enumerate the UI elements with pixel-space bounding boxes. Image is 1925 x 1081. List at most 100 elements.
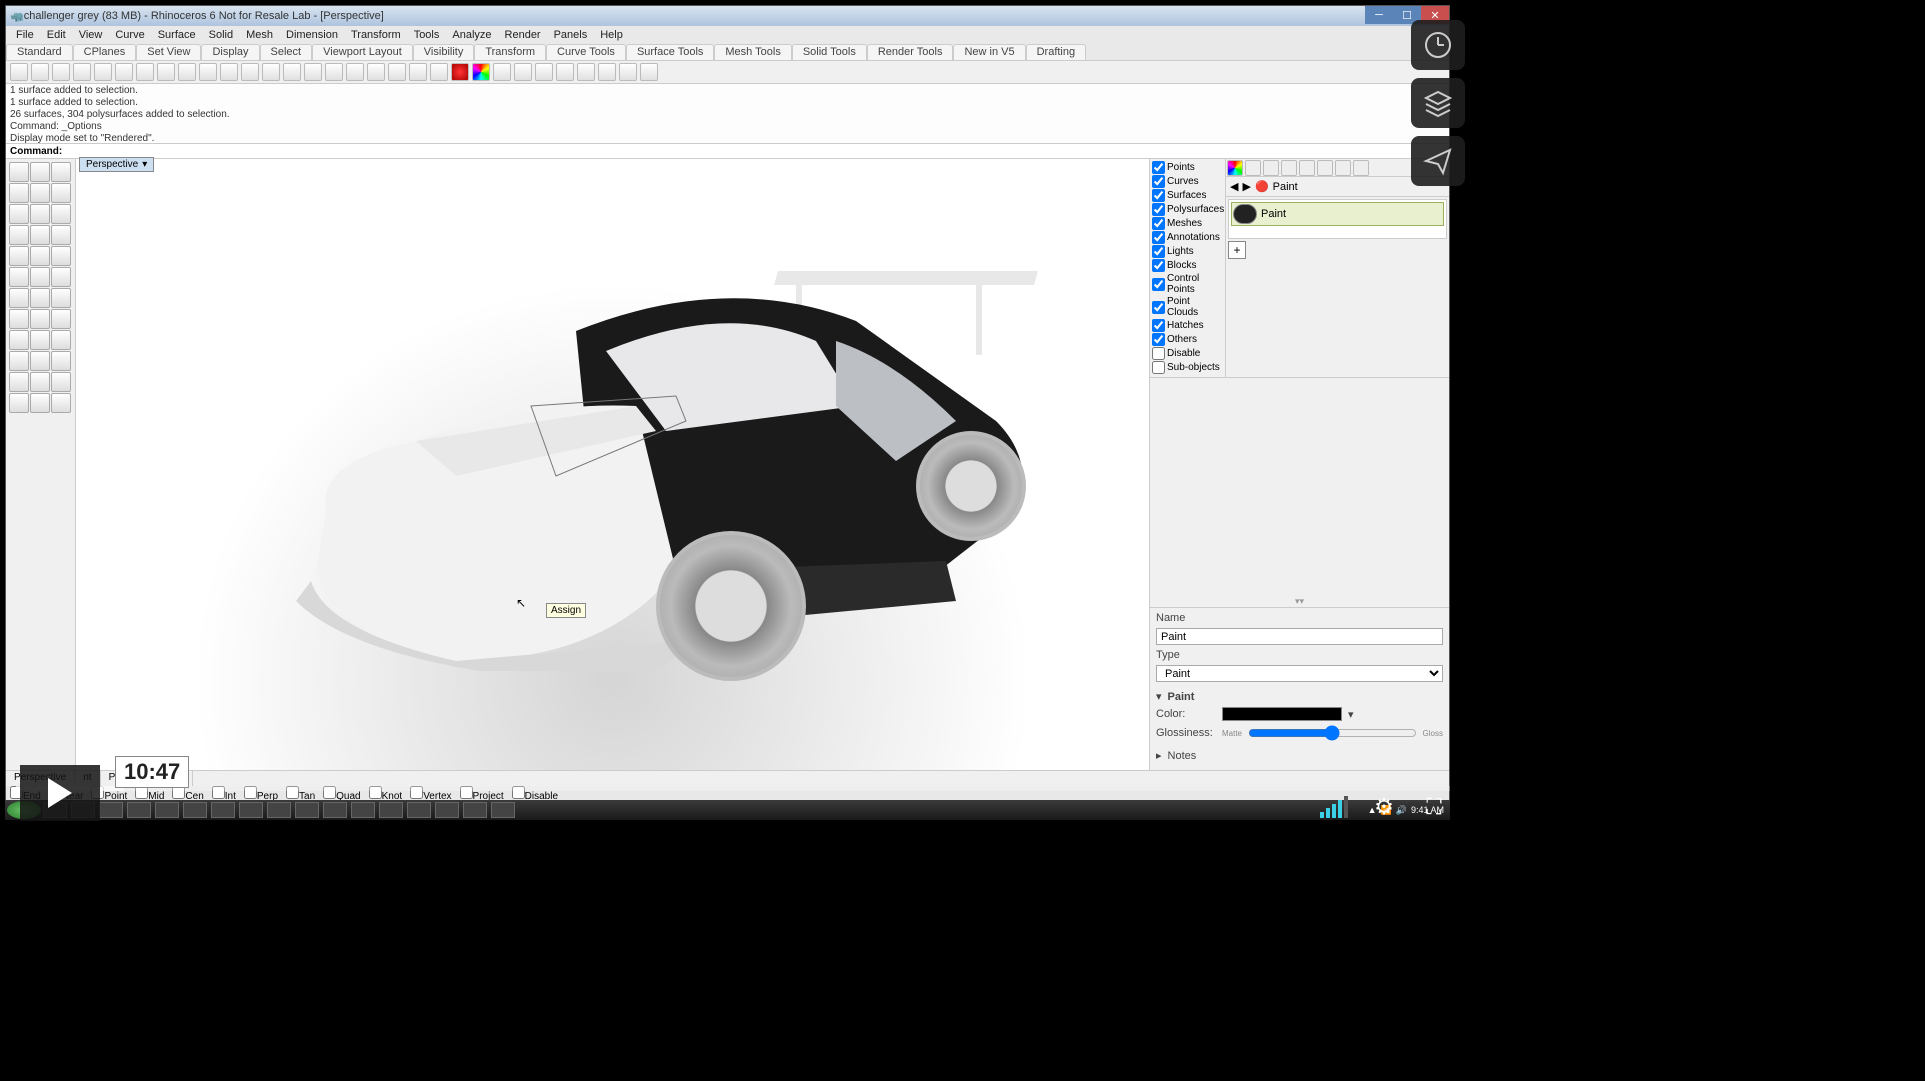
tab-viewportlayout[interactable]: Viewport Layout (312, 44, 413, 60)
filter-meshes[interactable]: Meshes (1152, 217, 1223, 230)
loft-icon[interactable] (51, 246, 71, 266)
signal-icon[interactable] (1318, 791, 1350, 823)
fullscreen-icon[interactable]: ⛶ (1418, 791, 1450, 823)
layer-icon[interactable] (51, 372, 71, 392)
solid-icon[interactable] (30, 225, 50, 245)
filter-pointclouds[interactable]: Point Clouds (1152, 296, 1223, 318)
viewport-canvas[interactable]: ↖ Assign (76, 171, 1149, 770)
video-progress[interactable] (16, 786, 1450, 791)
new-icon[interactable] (10, 63, 28, 81)
menu-render[interactable]: Render (499, 29, 547, 41)
viewport[interactable]: Perspective ▾ (76, 159, 1149, 770)
array-icon[interactable] (30, 330, 50, 350)
toolbar-icon-31[interactable] (640, 63, 658, 81)
filter-disable[interactable]: Disable (1152, 347, 1223, 360)
glossiness-slider[interactable] (1248, 725, 1417, 741)
point-icon[interactable] (51, 162, 71, 182)
filter-surfaces[interactable]: Surfaces (1152, 189, 1223, 202)
lasso-icon[interactable] (30, 162, 50, 182)
filter-controlpoints[interactable]: Control Points (1152, 273, 1223, 295)
mirror-icon[interactable] (9, 330, 29, 350)
filter-polysurfaces[interactable]: Polysurfaces (1152, 203, 1223, 216)
tab-drafting[interactable]: Drafting (1026, 44, 1087, 60)
menu-help[interactable]: Help (594, 29, 629, 41)
offset-icon[interactable] (51, 288, 71, 308)
filter-points[interactable]: Points (1152, 161, 1223, 174)
help-tab-icon[interactable] (1353, 160, 1369, 176)
zoom-extents-icon[interactable] (262, 63, 280, 81)
light-icon[interactable] (409, 63, 427, 81)
join-icon[interactable] (9, 267, 29, 287)
menu-mesh[interactable]: Mesh (240, 29, 279, 41)
toolbar-icon-30[interactable] (619, 63, 637, 81)
task-item[interactable] (491, 802, 515, 818)
tab-rendertools[interactable]: Render Tools (867, 44, 954, 60)
menu-solid[interactable]: Solid (203, 29, 239, 41)
tab-standard[interactable]: Standard (6, 44, 73, 60)
toolbar-icon-28[interactable] (577, 63, 595, 81)
task-item[interactable] (155, 802, 179, 818)
analyze-icon[interactable] (30, 393, 50, 413)
task-item[interactable] (407, 802, 431, 818)
section-notes-toggle[interactable]: ▸ (1156, 749, 1162, 762)
text-icon[interactable] (51, 330, 71, 350)
task-item[interactable] (267, 802, 291, 818)
viewport-label-tab[interactable]: Perspective ▾ (79, 157, 154, 172)
task-item[interactable] (127, 802, 151, 818)
sphere2-icon[interactable] (514, 63, 532, 81)
zoom-window-icon[interactable] (283, 63, 301, 81)
tab-newinv5[interactable]: New in V5 (953, 44, 1025, 60)
sphere-icon[interactable] (493, 63, 511, 81)
task-item[interactable] (183, 802, 207, 818)
render-rainbow-icon[interactable] (472, 63, 490, 81)
rotate-icon[interactable] (30, 309, 50, 329)
menu-dimension[interactable]: Dimension (280, 29, 344, 41)
section-paint-toggle[interactable]: ▾ (1156, 690, 1162, 703)
tab-curvetools[interactable]: Curve Tools (546, 44, 626, 60)
scale-icon[interactable] (51, 309, 71, 329)
tab-setview[interactable]: Set View (136, 44, 201, 60)
task-item[interactable] (99, 802, 123, 818)
grid-icon[interactable] (325, 63, 343, 81)
refresh-icon[interactable] (388, 63, 406, 81)
pan-icon[interactable] (199, 63, 217, 81)
task-item[interactable] (323, 802, 347, 818)
display-tab-icon[interactable] (1281, 160, 1297, 176)
split-icon[interactable] (9, 288, 29, 308)
pointer-icon[interactable] (9, 162, 29, 182)
toolbar-icon-29[interactable] (598, 63, 616, 81)
group-icon[interactable] (9, 372, 29, 392)
copy-icon[interactable] (94, 63, 112, 81)
command-line[interactable]: Command: (6, 144, 1449, 159)
extrude-icon[interactable] (9, 246, 29, 266)
tab-surfacetools[interactable]: Surface Tools (626, 44, 714, 60)
rotate-view-icon[interactable] (241, 63, 259, 81)
revolve-icon[interactable] (30, 246, 50, 266)
move-icon[interactable] (9, 309, 29, 329)
task-item[interactable] (435, 802, 459, 818)
hatch-icon[interactable] (30, 351, 50, 371)
trim-icon[interactable] (51, 267, 71, 287)
surface-icon[interactable] (9, 225, 29, 245)
play-button[interactable] (20, 765, 100, 821)
explode-icon[interactable] (30, 267, 50, 287)
tab-visibility[interactable]: Visibility (413, 44, 475, 60)
render-red-icon[interactable] (451, 63, 469, 81)
hide-icon[interactable] (430, 63, 448, 81)
cut-icon[interactable] (115, 63, 133, 81)
filter-subobjects[interactable]: Sub-objects (1152, 361, 1223, 374)
menu-tools[interactable]: Tools (408, 29, 446, 41)
sun-tab-icon[interactable] (1317, 160, 1333, 176)
menu-curve[interactable]: Curve (109, 29, 150, 41)
menu-file[interactable]: File (10, 29, 40, 41)
tab-transform[interactable]: Transform (474, 44, 546, 60)
task-item[interactable] (463, 802, 487, 818)
task-item[interactable] (239, 802, 263, 818)
filter-lights[interactable]: Lights (1152, 245, 1223, 258)
layers-stack-icon[interactable] (1411, 78, 1465, 128)
tab-display[interactable]: Display (201, 44, 259, 60)
set-cplane-icon[interactable] (304, 63, 322, 81)
minimize-button[interactable]: ─ (1365, 6, 1393, 24)
toolbar-icon-27[interactable] (556, 63, 574, 81)
task-item[interactable] (211, 802, 235, 818)
